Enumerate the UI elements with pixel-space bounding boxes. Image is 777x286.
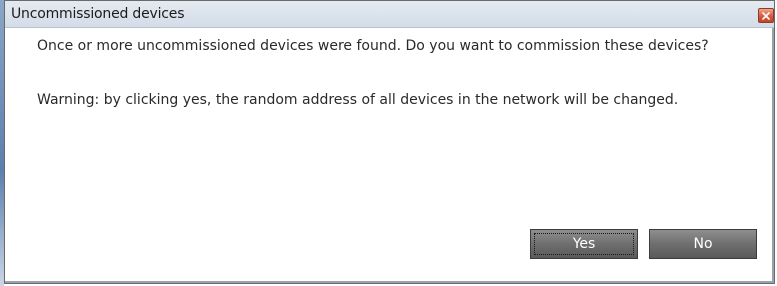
dialog-message: Once or more uncommissioned devices were… (37, 38, 709, 54)
uncommissioned-devices-dialog: Uncommissioned devices Once or more unco… (4, 0, 775, 284)
dialog-title-bar[interactable]: Uncommissioned devices (5, 1, 774, 28)
yes-button-label: Yes (572, 236, 596, 252)
yes-button[interactable]: Yes (530, 229, 638, 259)
close-button[interactable] (758, 8, 774, 23)
no-button[interactable]: No (649, 229, 757, 259)
no-button-label: No (693, 236, 713, 252)
dialog-title: Uncommissioned devices (11, 6, 185, 22)
dialog-warning: Warning: by clicking yes, the random add… (37, 92, 679, 108)
close-icon (762, 11, 770, 20)
